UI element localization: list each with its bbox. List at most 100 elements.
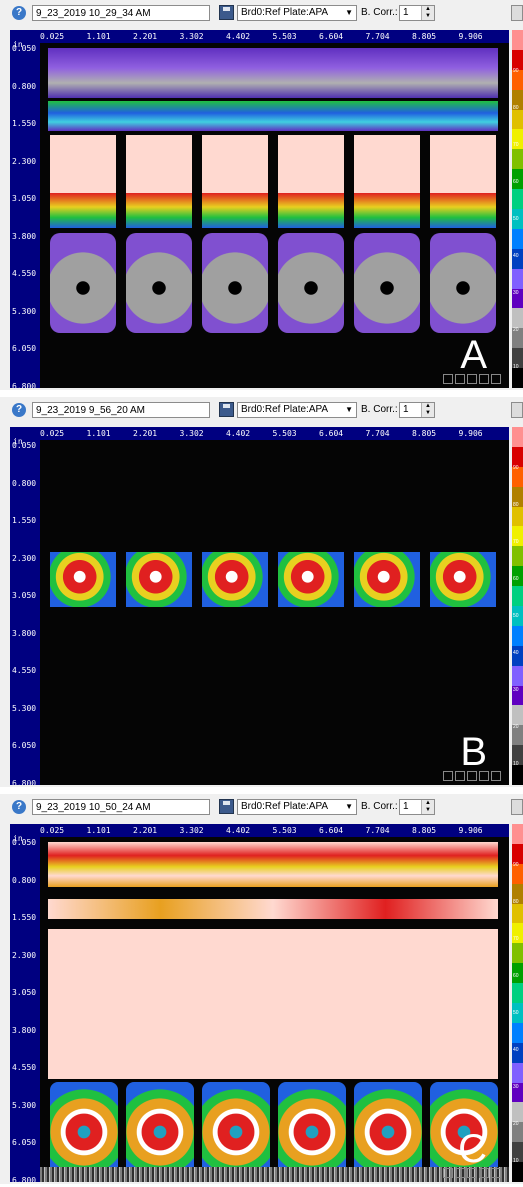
well-edge (354, 193, 420, 228)
scale-label: 50 (513, 1010, 519, 1016)
x-tick-label: 3.302 (179, 826, 204, 835)
panel-toolbar: ? 9_23_2019 9_56_20 AM Brd0:Ref Plate:AP… (0, 397, 523, 423)
well-bottom (430, 233, 496, 333)
fit-icon[interactable] (467, 1168, 477, 1178)
y-tick-label: 5.300 (12, 306, 37, 316)
scan-panel-c: ? 9_23_2019 10_50_24 AM Brd0:Ref Plate:A… (0, 794, 523, 1184)
scale-segment (512, 268, 523, 290)
select-icon[interactable] (479, 1168, 489, 1178)
export-icon[interactable] (491, 374, 501, 384)
fit-icon[interactable] (467, 771, 477, 781)
y-tick-label: 3.800 (12, 1025, 37, 1035)
info-icon[interactable]: ? (12, 6, 26, 20)
well-top (354, 552, 420, 607)
spin-arrows-icon[interactable]: ▲ ▼ (421, 800, 434, 814)
x-tick-label: 4.402 (226, 826, 251, 835)
pan-icon[interactable] (455, 374, 465, 384)
well-top (278, 135, 344, 193)
zoom-icon[interactable] (443, 374, 453, 384)
select-icon[interactable] (479, 771, 489, 781)
well-top (126, 552, 192, 607)
scale-label: 90 (513, 862, 519, 868)
scale-label: 50 (513, 613, 519, 619)
export-icon[interactable] (491, 1168, 501, 1178)
bcorr-label: B. Corr.: (361, 801, 398, 812)
select-icon[interactable] (479, 374, 489, 384)
panel-menu-button[interactable] (511, 5, 523, 21)
y-tick-label: 6.050 (12, 1138, 37, 1147)
pan-icon[interactable] (455, 771, 465, 781)
chevron-down-icon[interactable]: ▼ (345, 403, 353, 417)
info-icon[interactable]: ? (12, 800, 26, 814)
scale-label: 40 (513, 650, 519, 656)
plate-text: Brd0:Ref Plate:APA (241, 7, 329, 18)
scan-plot[interactable]: 0.025 1.101 2.201 3.302 4.402 5.503 6.604 7.704… (10, 824, 509, 1182)
well-top (50, 552, 116, 607)
filename-text: 9_23_2019 9_56_20 AM (36, 405, 145, 416)
scan-image[interactable] (40, 440, 509, 785)
zoom-icon[interactable] (443, 771, 453, 781)
scale-segment (512, 368, 523, 389)
scan-plot[interactable]: 0.025 1.101 2.201 3.302 4.402 5.503 6.604 7.704… (10, 30, 509, 388)
scale-label: 20 (513, 724, 519, 730)
scale-segment (512, 30, 523, 51)
x-tick-label: 4.402 (226, 32, 251, 41)
y-tick-label: 6.800 (12, 1175, 37, 1183)
scale-segment (512, 506, 523, 527)
well-top (354, 135, 420, 193)
y-tick-label: 0.800 (12, 875, 37, 885)
bcorr-stepper[interactable]: 1 ▲ ▼ (399, 5, 435, 21)
chevron-down-icon[interactable]: ▼ (345, 6, 353, 20)
x-tick-label: 8.805 (412, 429, 437, 438)
filename-field[interactable]: 9_23_2019 9_56_20 AM (32, 402, 210, 418)
well-top (430, 135, 496, 193)
x-tick-label: 8.805 (412, 32, 437, 41)
filename-field[interactable]: 9_23_2019 10_29_34 AM (32, 5, 210, 21)
y-tick-label: 6.050 (12, 741, 37, 750)
export-icon[interactable] (491, 771, 501, 781)
scale-segment (512, 1022, 523, 1044)
scan-image[interactable] (40, 43, 509, 388)
plate-select[interactable]: Brd0:Ref Plate:APA ▼ (237, 5, 357, 21)
plate-select[interactable]: Brd0:Ref Plate:APA ▼ (237, 799, 357, 815)
spin-arrows-icon[interactable]: ▲ ▼ (421, 6, 434, 20)
y-tick-label: 0.800 (12, 478, 37, 488)
fit-icon[interactable] (467, 374, 477, 384)
scale-label: 20 (513, 1121, 519, 1127)
panel-menu-button[interactable] (511, 402, 523, 418)
scale-segment (512, 903, 523, 924)
bcorr-stepper[interactable]: 1 ▲ ▼ (399, 799, 435, 815)
well-edge (202, 193, 268, 228)
scale-label: 30 (513, 687, 519, 693)
well-top (126, 135, 192, 193)
well-edge (126, 193, 192, 228)
scale-label: 90 (513, 465, 519, 471)
scale-label: 20 (513, 327, 519, 333)
spin-arrows-icon[interactable]: ▲ ▼ (421, 403, 434, 417)
scale-label: 70 (513, 539, 519, 545)
scan-image[interactable] (40, 837, 509, 1182)
chevron-down-icon[interactable]: ▼ (345, 800, 353, 814)
panel-letter: B (460, 730, 487, 774)
plate-select[interactable]: Brd0:Ref Plate:APA ▼ (237, 402, 357, 418)
zoom-icon[interactable] (443, 1168, 453, 1178)
well-top (202, 552, 268, 607)
save-icon[interactable] (219, 402, 234, 417)
x-tick-label: 2.201 (133, 826, 158, 835)
bcorr-value: 1 (403, 404, 409, 415)
scale-label: 50 (513, 216, 519, 222)
scale-label: 10 (513, 1158, 519, 1164)
filename-field[interactable]: 9_23_2019 10_50_24 AM (32, 799, 210, 815)
info-icon[interactable]: ? (12, 403, 26, 417)
scale-segment (512, 546, 523, 567)
save-icon[interactable] (219, 799, 234, 814)
save-icon[interactable] (219, 5, 234, 20)
panel-menu-button[interactable] (511, 799, 523, 815)
x-axis-ticks: 0.025 1.101 2.201 3.302 4.402 5.503 6.604 7.704… (40, 826, 500, 836)
scan-plot[interactable]: 0.025 1.101 2.201 3.302 4.402 5.503 6.604 7.704… (10, 427, 509, 785)
pan-icon[interactable] (455, 1168, 465, 1178)
well-bottom (126, 233, 192, 333)
bcorr-stepper[interactable]: 1 ▲ ▼ (399, 402, 435, 418)
mid-band (48, 101, 498, 131)
well-edge (278, 193, 344, 228)
